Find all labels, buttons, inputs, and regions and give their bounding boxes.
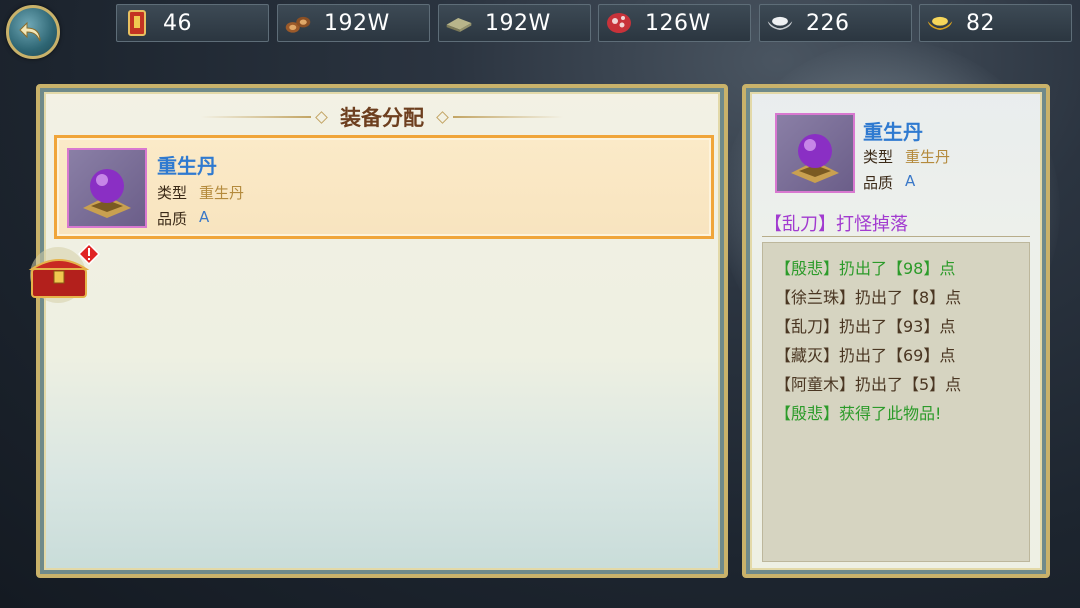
resource-gold: 82	[919, 4, 1072, 42]
detail-type-label: 类型	[863, 148, 894, 166]
purple-orb-icon	[775, 113, 855, 193]
resource-stone-value: 192W	[485, 10, 551, 36]
item-type-value: 重生丹	[199, 184, 245, 202]
back-button[interactable]	[6, 5, 60, 59]
resource-meat: 126W	[598, 4, 751, 42]
log-line: 【殷悲】获得了此物品!	[775, 404, 942, 423]
title-line-right	[453, 116, 563, 118]
divider	[762, 236, 1030, 237]
item-card-selected[interactable]: 重生丹 类型 重生丹 品质 A	[54, 135, 714, 239]
detail-type-value: 重生丹	[905, 148, 951, 166]
log-line: 【藏灭】扔出了【69】点	[775, 346, 956, 365]
title-line-left	[201, 116, 311, 118]
meat-icon	[605, 9, 633, 37]
resource-token: 46	[116, 4, 269, 42]
stone-slab-icon	[445, 9, 473, 37]
item-quality-label: 品质	[157, 210, 188, 228]
resource-gold-value: 82	[966, 10, 995, 36]
item-name: 重生丹	[157, 154, 217, 178]
title-diamond-right	[436, 110, 449, 124]
purple-orb-icon	[67, 148, 147, 228]
roll-log-list: 【殷悲】扔出了【98】点 【徐兰珠】扔出了【8】点 【乱刀】扔出了【93】点 【…	[762, 242, 1030, 562]
resource-token-value: 46	[163, 10, 192, 36]
item-quality-value: A	[199, 208, 210, 226]
item-type-label: 类型	[157, 184, 188, 202]
title-diamond-left	[315, 110, 328, 124]
drop-source-text: 【乱刀】打怪掉落	[764, 214, 908, 235]
log-line: 【徐兰珠】扔出了【8】点	[775, 288, 962, 307]
alert-badge-icon	[77, 242, 101, 266]
back-arrow-icon	[19, 21, 41, 42]
panel-title-row: 装备分配	[40, 102, 724, 132]
resource-silver: 226	[759, 4, 912, 42]
resource-silver-value: 226	[806, 10, 850, 36]
detail-item-name: 重生丹	[863, 120, 923, 144]
detail-quality-label: 品质	[863, 174, 894, 192]
log-line: 【阿童木】扔出了【5】点	[775, 375, 962, 394]
resource-meat-value: 126W	[645, 10, 711, 36]
resource-stone: 192W	[438, 4, 591, 42]
detail-quality-value: A	[905, 172, 916, 190]
silver-ingot-icon	[766, 9, 794, 37]
gold-ingot-icon	[926, 9, 954, 37]
log-line: 【殷悲】扔出了【98】点	[775, 259, 956, 278]
panel-title: 装备分配	[340, 106, 424, 130]
resource-wood-value: 192W	[324, 10, 390, 36]
scroll-token-icon	[123, 9, 151, 37]
log-line: 【乱刀】扔出了【93】点	[775, 317, 956, 336]
equipment-distribution-panel: 装备分配 重生丹 类型 重生丹 品质 A	[36, 84, 728, 578]
resource-wood: 192W	[277, 4, 430, 42]
item-detail-panel: 重生丹 类型 重生丹 品质 A 【乱刀】打怪掉落 【殷悲】扔出了【98】点 【徐…	[742, 84, 1050, 578]
wood-logs-icon	[284, 9, 312, 37]
